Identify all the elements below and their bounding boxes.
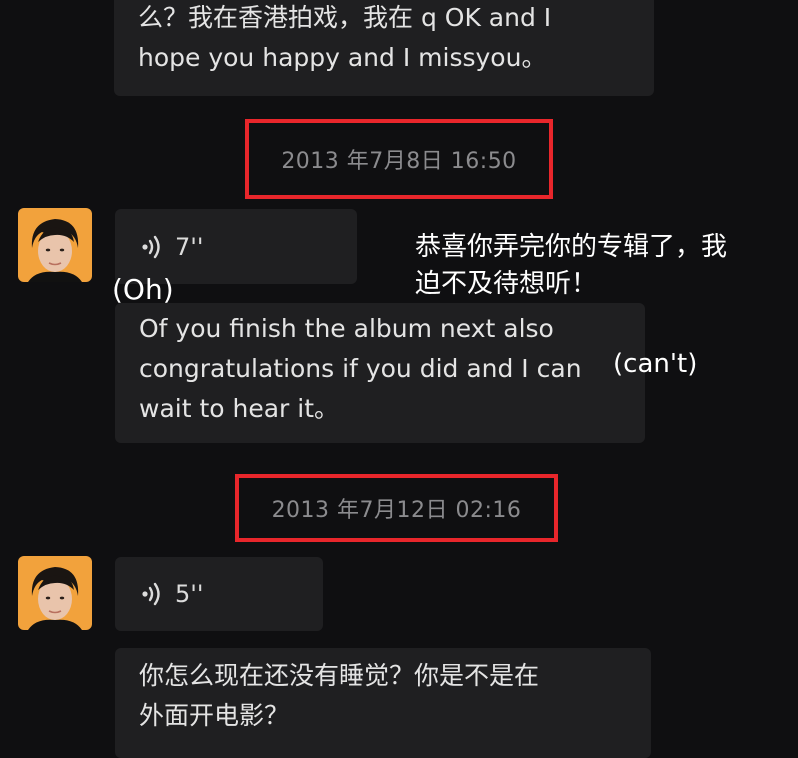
timestamp-highlight-box-2: 2013 年7月12日 02:16 [235, 474, 558, 542]
avatar[interactable] [18, 556, 92, 630]
translation-annotation: 恭喜你弄完你的专辑了，我 迫不及待想听！ [415, 229, 727, 303]
avatar-image [18, 556, 92, 630]
voice-duration: 5'' [175, 580, 204, 608]
transcript-line: 外面开电影？ [139, 701, 290, 730]
cant-annotation: (can't) [613, 349, 698, 379]
transcript-line: hope you happy and I missyou。 [138, 43, 547, 72]
transcript-line: Of you finish the album next also [139, 314, 554, 343]
translation-line: 迫不及待想听！ [415, 269, 598, 299]
timestamp-2: 2013 年7月12日 02:16 [271, 498, 522, 523]
voice-message-bubble-2[interactable]: 5'' [115, 557, 323, 631]
avatar[interactable] [18, 208, 92, 282]
transcript-line: 你怎么现在还没有睡觉？你是不是在 [139, 661, 540, 690]
translation-line: 恭喜你弄完你的专辑了，我 [415, 232, 728, 262]
timestamp-1: 2013 年7月8日 16:50 [281, 149, 517, 174]
message-transcript-1: Of you finish the album next also congra… [115, 303, 645, 443]
transcript-line: wait to hear it。 [139, 394, 340, 423]
voice-wave-icon [142, 235, 160, 258]
timestamp-highlight-box-1: 2013 年7月8日 16:50 [245, 119, 553, 199]
transcript-line: congratulations if you did and I can [139, 354, 582, 383]
message-transcript-top: 么？我在香港拍戏，我在 q OK and I hope you happy an… [114, 0, 654, 96]
message-transcript-2: 你怎么现在还没有睡觉？你是不是在 外面开电影？ [115, 648, 651, 758]
voice-wave-icon [142, 582, 160, 606]
transcript-line: 么？我在香港拍戏，我在 q OK and I [138, 3, 552, 32]
voice-duration: 7'' [175, 232, 204, 261]
avatar-image [18, 208, 92, 282]
oh-annotation: (Oh) [112, 273, 174, 306]
